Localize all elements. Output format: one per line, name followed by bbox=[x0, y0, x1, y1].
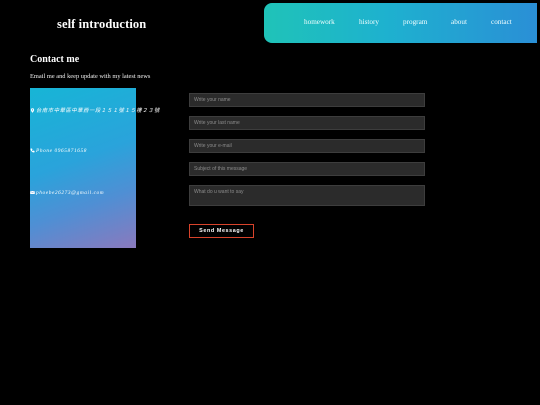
phone-line: Phone 0965871658 bbox=[30, 148, 87, 154]
message-textarea[interactable] bbox=[189, 185, 425, 206]
nav-item-history[interactable]: history bbox=[359, 18, 379, 26]
phone-text: Phone 0965871658 bbox=[36, 148, 87, 154]
address-text: 台南市中華區中華西一段１５１號１５樓２３號 bbox=[36, 108, 160, 114]
nav-item-program[interactable]: program bbox=[403, 18, 427, 26]
email-text[interactable]: phoebe26273@gmail.com bbox=[36, 190, 104, 196]
name-input[interactable] bbox=[189, 93, 425, 107]
nav-bar: homework history program about contact bbox=[264, 3, 537, 43]
nav-item-homework[interactable]: homework bbox=[304, 18, 335, 26]
nav-item-about[interactable]: about bbox=[451, 18, 467, 26]
subject-input[interactable] bbox=[189, 162, 425, 176]
phone-icon bbox=[30, 148, 35, 153]
contact-info-card: 台南市中華區中華西一段１５１號１５樓２３號 Phone 0965871658 p… bbox=[30, 88, 159, 248]
send-message-button[interactable]: Send Message bbox=[189, 224, 254, 238]
site-title: self introduction bbox=[57, 17, 147, 31]
address-line: 台南市中華區中華西一段１５１號１５樓２３號 bbox=[30, 106, 160, 114]
email-input[interactable] bbox=[189, 139, 425, 153]
nav-item-contact[interactable]: contact bbox=[491, 18, 512, 26]
mail-icon bbox=[30, 190, 35, 194]
email-line: phoebe26273@gmail.com bbox=[30, 190, 104, 196]
location-pin-icon bbox=[30, 108, 35, 113]
contact-title: Contact me bbox=[30, 54, 80, 65]
last-name-input[interactable] bbox=[189, 116, 425, 130]
contact-subtitle: Email me and keep update with my latest … bbox=[30, 73, 151, 80]
